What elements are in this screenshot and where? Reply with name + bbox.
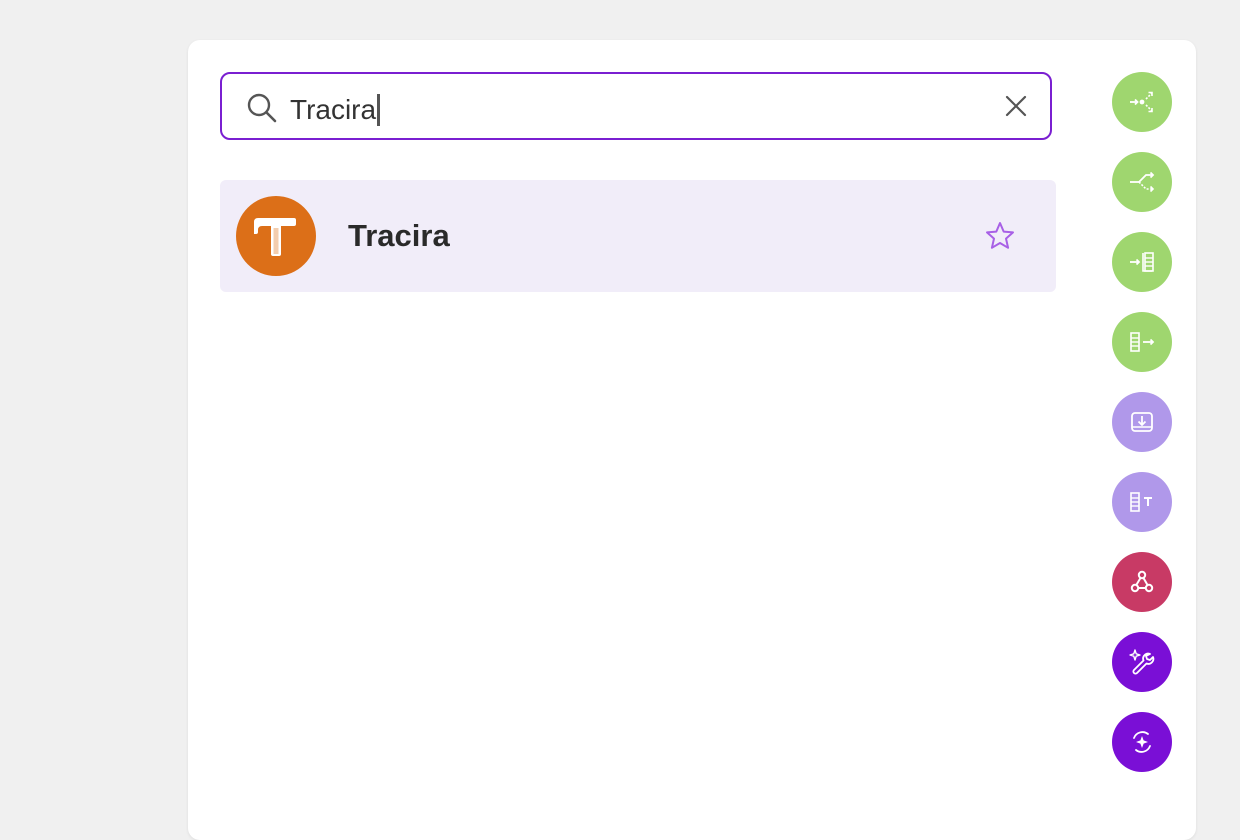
text-list-button[interactable] (1112, 472, 1172, 532)
branch-button[interactable] (1112, 152, 1172, 212)
list-input-button[interactable] (1112, 232, 1172, 292)
tracira-logo-icon (254, 218, 296, 256)
branch-icon (1130, 171, 1155, 193)
magic-wrench-button[interactable] (1112, 632, 1172, 692)
app-search-panel: Tracira Tracira (188, 40, 1196, 840)
text-list-icon (1130, 492, 1152, 512)
close-icon[interactable] (1004, 94, 1028, 118)
tracira-logo (236, 196, 316, 276)
ai-spark-icon (1133, 731, 1151, 753)
list-output-button[interactable] (1112, 312, 1172, 372)
result-name: Tracira (348, 218, 450, 253)
result-item-tracira[interactable]: Tracira (220, 180, 1056, 292)
ai-spark-button[interactable] (1112, 712, 1172, 772)
text-caret (377, 94, 381, 126)
magic-wrench-icon (1129, 649, 1155, 675)
download-tray-button[interactable] (1112, 392, 1172, 452)
list-input-icon (1130, 252, 1154, 272)
download-tray-icon (1131, 412, 1153, 432)
module-toolbar (1112, 72, 1172, 792)
search-box[interactable]: Tracira (220, 72, 1052, 140)
search-icon (247, 93, 277, 123)
webhook-button[interactable] (1112, 552, 1172, 612)
list-output-icon (1130, 332, 1155, 352)
webhook-icon (1130, 570, 1154, 593)
split-flow-button[interactable] (1112, 72, 1172, 132)
search-input[interactable]: Tracira (290, 90, 381, 130)
star-icon[interactable] (984, 220, 1016, 252)
split-flow-icon (1130, 91, 1153, 113)
search-input-value: Tracira (290, 94, 377, 125)
